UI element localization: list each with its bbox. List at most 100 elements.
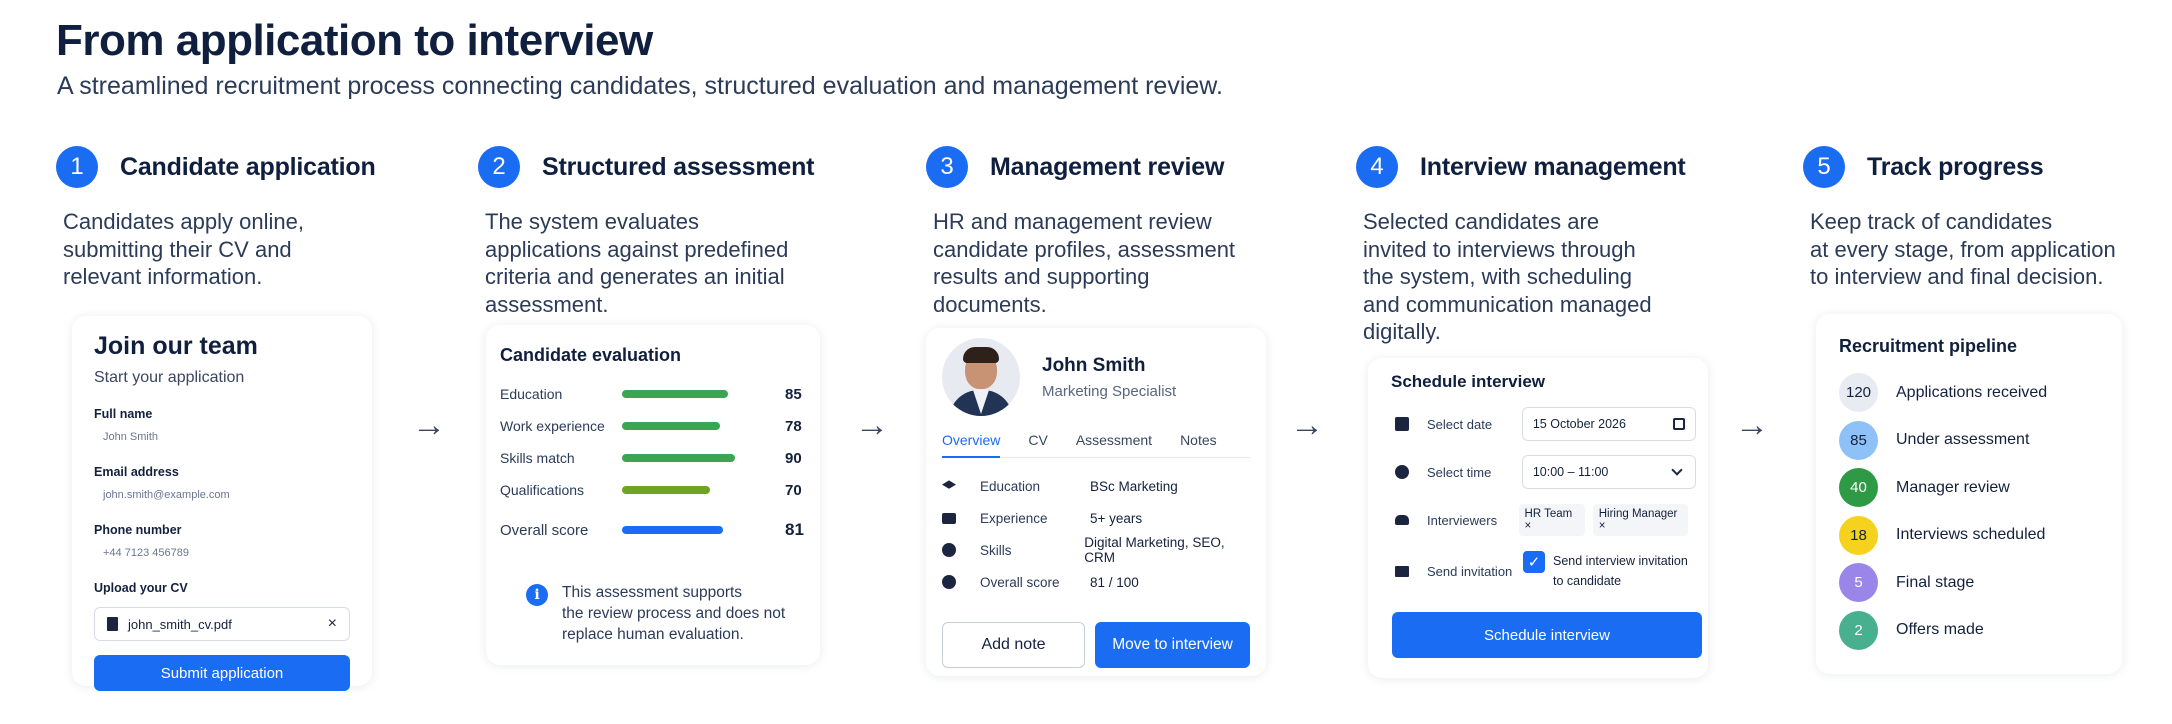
eval-row-education: Education 85 xyxy=(500,378,806,410)
arrow-right-icon: → xyxy=(1290,406,1324,444)
invitation-row: Send invitation ✓ Send interview invitat… xyxy=(1395,544,1696,598)
evaluation-title: Candidate evaluation xyxy=(500,345,682,365)
eval-bar-track xyxy=(622,422,747,430)
submit-application-button[interactable]: Submit application xyxy=(94,655,350,691)
stage-count-badge: 5 xyxy=(1839,563,1878,603)
interviewer-chip[interactable]: Hiring Manager × xyxy=(1592,504,1688,536)
tab-cv[interactable]: CV xyxy=(1028,432,1047,458)
schedule-interview-button[interactable]: Schedule interview xyxy=(1392,612,1702,658)
eval-value: 85 xyxy=(785,385,802,403)
step-description-line: applications against predefined xyxy=(485,236,789,262)
step-title: Candidate application xyxy=(120,152,376,181)
users-icon xyxy=(1395,515,1409,525)
eval-value: 78 xyxy=(785,417,802,435)
step-description-line: The system evaluates xyxy=(485,209,699,234)
email-label: Email address xyxy=(94,465,179,479)
step-number: 3 xyxy=(926,146,968,188)
arrow-right-icon: → xyxy=(1735,406,1769,444)
email-input[interactable]: john.smith@example.com xyxy=(103,489,350,501)
schedule-form: Select date 15 October 2026 Select time … xyxy=(1395,400,1696,598)
tab-notes[interactable]: Notes xyxy=(1180,432,1217,458)
phone-label: Phone number xyxy=(94,523,182,537)
recruitment-pipeline-card: Recruitment pipeline 120 Applications re… xyxy=(1816,314,2122,674)
time-select[interactable]: 10:00 – 11:00 xyxy=(1521,455,1696,489)
step-track-progress: 5 Track progress Keep track of candidate… xyxy=(1803,146,2116,291)
step-description-line: submitting their CV and xyxy=(63,236,292,262)
full-name-label: Full name xyxy=(94,407,153,421)
step-description-line: criteria and generates an initial xyxy=(485,264,785,289)
graduation-cap-icon xyxy=(942,480,956,489)
invitation-text: Send interview invitation to candidate xyxy=(1553,551,1688,591)
tab-overview[interactable]: Overview xyxy=(942,432,1001,458)
remove-file-icon[interactable]: × xyxy=(328,615,337,633)
profile-label: Skills xyxy=(980,542,1012,558)
tab-assessment[interactable]: Assessment xyxy=(1076,432,1152,458)
step-description: Selected candidates are invited to inter… xyxy=(1363,208,1686,346)
pipeline-title: Recruitment pipeline xyxy=(1839,336,2018,356)
eval-bar xyxy=(622,422,720,430)
step-description-line: Keep track of candidates xyxy=(1810,209,2053,234)
eval-value: 70 xyxy=(785,481,802,499)
stage-label: Under assessment xyxy=(1896,431,2030,449)
step-description-line: and communication managed xyxy=(1363,291,1652,317)
step-description-line: the system, with scheduling xyxy=(1363,264,1633,289)
time-value: 10:00 – 11:00 xyxy=(1532,465,1609,479)
step-description-line: assessment. xyxy=(485,291,609,317)
step-number: 5 xyxy=(1803,146,1845,188)
eval-row-qualifications: Qualifications 70 xyxy=(500,474,806,506)
avatar xyxy=(942,338,1020,416)
phone-input[interactable]: +44 7123 456789 xyxy=(103,547,350,559)
profile-actions: Add note Move to interview xyxy=(942,622,1250,668)
profile-value: 5+ years xyxy=(1090,510,1143,526)
date-input[interactable]: 15 October 2026 xyxy=(1521,407,1696,441)
interviewer-chip[interactable]: HR Team × xyxy=(1518,504,1585,536)
step-candidate-application: 1 Candidate application Candidates apply… xyxy=(56,146,376,291)
profile-details: Education BSc Marketing Experience 5+ ye… xyxy=(942,457,1250,598)
assessment-info-note: i This assessment supports the review pr… xyxy=(526,582,806,645)
info-line: the review process and does not xyxy=(562,605,786,622)
step-interview-management: 4 Interview management Selected candidat… xyxy=(1356,146,1686,346)
pipeline-stage: 85 Under assessment xyxy=(1839,417,2104,465)
candidate-evaluation-card: Candidate evaluation Education 85 Work e… xyxy=(486,325,820,665)
pipeline-stages: 120 Applications received 85 Under asses… xyxy=(1839,369,2104,654)
profile-tabs: Overview CV Assessment Notes xyxy=(942,432,1250,458)
move-to-interview-button[interactable]: Move to interview xyxy=(1095,622,1250,668)
clock-icon xyxy=(1395,465,1409,479)
eval-label: Overall score xyxy=(500,521,589,539)
full-name-input[interactable]: John Smith xyxy=(103,431,350,443)
step-description: Keep track of candidates at every stage,… xyxy=(1810,208,2116,291)
eval-bar-track xyxy=(622,526,747,534)
mail-icon xyxy=(1395,565,1409,577)
step-description-line: results and supporting xyxy=(933,264,1150,289)
info-line: This assessment supports xyxy=(562,584,743,601)
invitation-checkbox[interactable]: ✓ xyxy=(1523,551,1545,573)
profile-value: BSc Marketing xyxy=(1090,478,1178,494)
step-title: Interview management xyxy=(1420,152,1686,181)
stage-label: Manager review xyxy=(1896,478,2010,496)
eval-bar-track xyxy=(622,454,747,462)
step-title: Track progress xyxy=(1867,152,2044,181)
info-line: replace human evaluation. xyxy=(562,626,744,643)
eval-label: Work experience xyxy=(500,418,605,434)
page-subtitle: A streamlined recruitment process connec… xyxy=(57,72,1223,100)
info-icon: i xyxy=(526,584,548,606)
add-note-button[interactable]: Add note xyxy=(942,622,1086,668)
schedule-interview-card: Schedule interview Select date 15 Octobe… xyxy=(1368,358,1708,678)
pipeline-stage: 120 Applications received xyxy=(1839,369,2104,417)
candidate-role: Marketing Specialist xyxy=(1042,382,1177,400)
candidate-name: John Smith xyxy=(1042,354,1146,376)
profile-row-education: Education BSc Marketing xyxy=(942,470,1250,502)
interviewers-label: Interviewers xyxy=(1427,512,1498,528)
eval-bar xyxy=(622,526,724,534)
form-title: Join our team xyxy=(94,332,258,360)
step-description: HR and management review candidate profi… xyxy=(933,208,1235,318)
document-icon xyxy=(107,617,118,631)
eval-label: Skills match xyxy=(500,450,575,466)
stage-label: Offers made xyxy=(1896,621,1984,639)
profile-header: John Smith Marketing Specialist xyxy=(942,338,1250,416)
profile-value: 81 / 100 xyxy=(1090,574,1139,590)
badge-check-icon xyxy=(942,543,956,557)
stage-count-badge: 120 xyxy=(1839,373,1878,413)
uploaded-file: john_smith_cv.pdf × xyxy=(94,607,350,641)
form-subtitle: Start your application xyxy=(94,369,245,386)
